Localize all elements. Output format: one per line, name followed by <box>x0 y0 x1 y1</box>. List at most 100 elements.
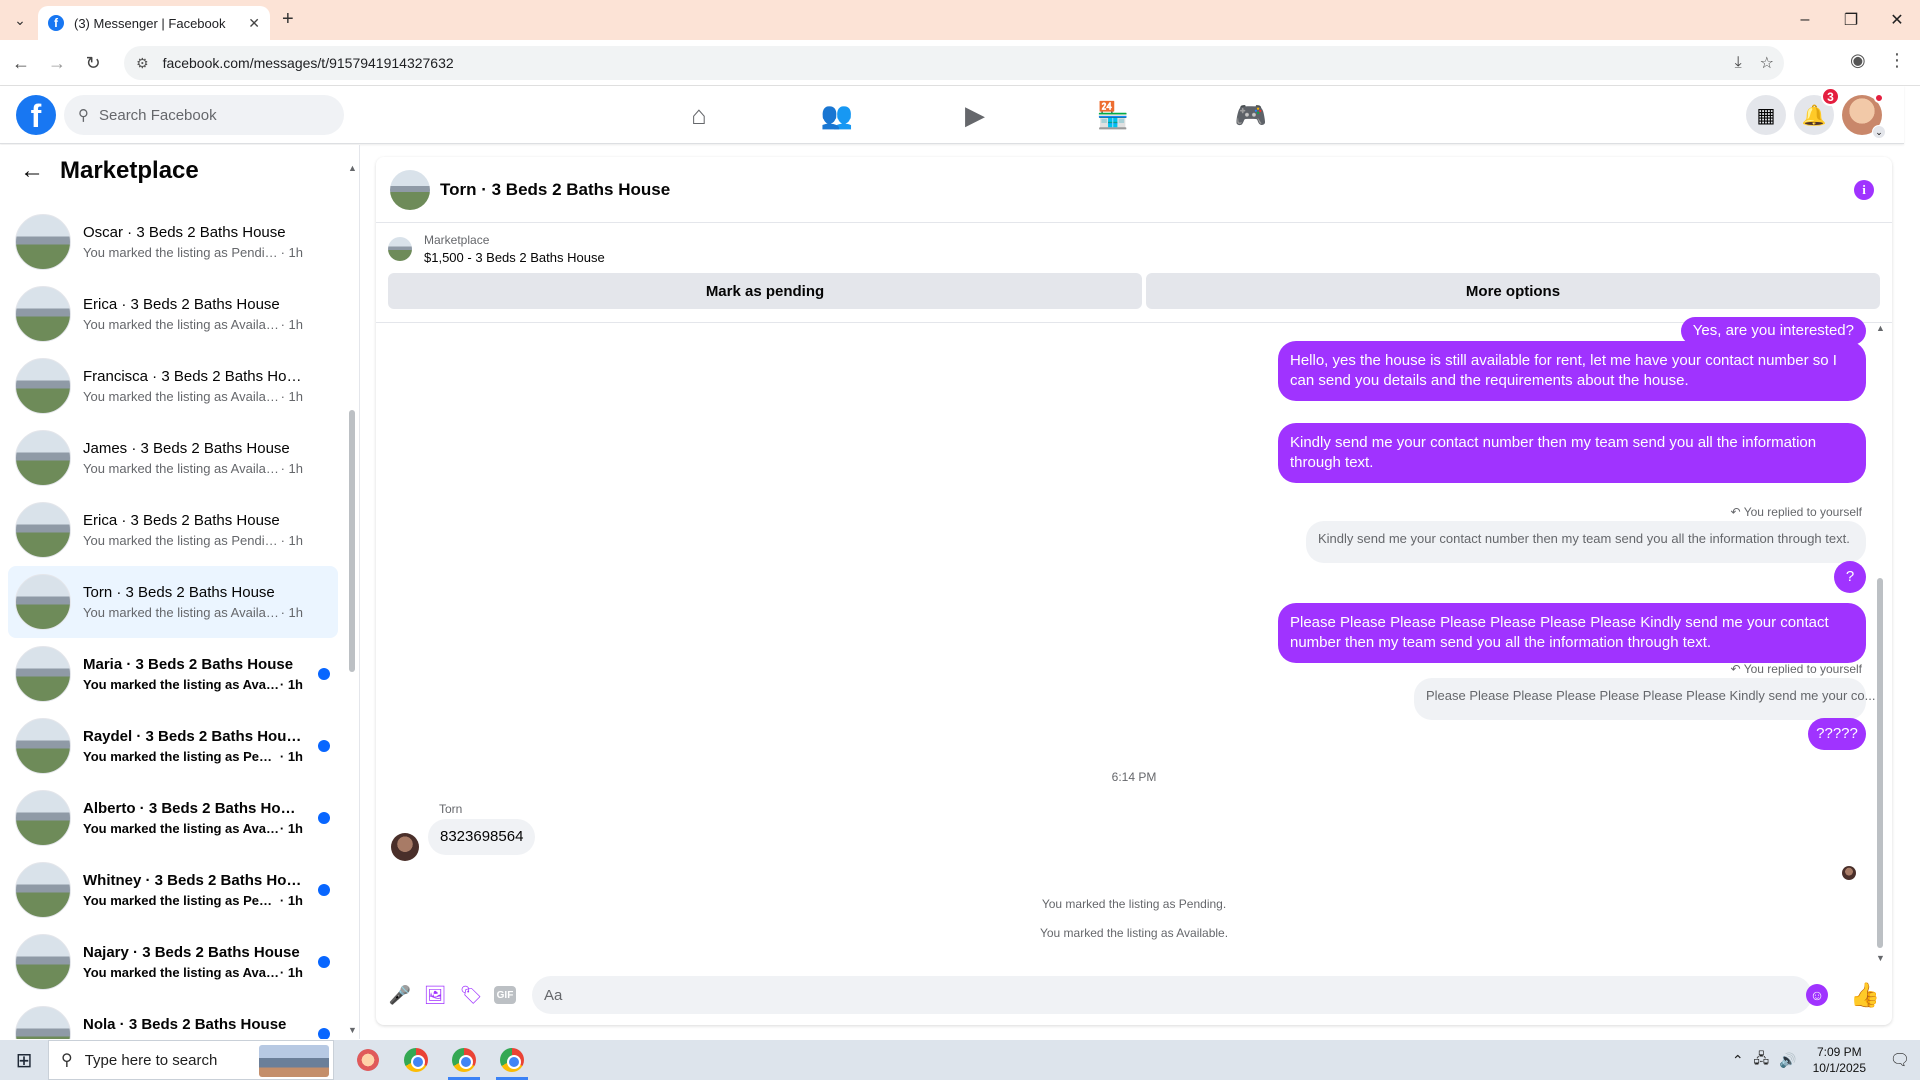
minimize-button[interactable]: – <box>1782 0 1828 40</box>
menu-grid-button[interactable]: ▦ <box>1746 95 1786 135</box>
facebook-top-nav: f ⚲ Search Facebook ⌂ 👥 ▶ 🏪 🎮 ▦ 🔔 3 ⌄ <box>0 86 1904 144</box>
unread-dot <box>318 956 330 968</box>
chat-scrollbar[interactable]: ▲ ▼ <box>1876 323 1885 963</box>
close-window-button[interactable]: ✕ <box>1874 0 1920 40</box>
conversation-text: Nola · 3 Beds 2 Baths House You marked th… <box>83 1016 303 1039</box>
system-tray: ⌃ 🖧 🔊 7:09 PM 10/1/2025 🗨 <box>1732 1040 1920 1080</box>
info-icon[interactable]: i <box>1854 180 1874 200</box>
scroll-up-icon[interactable]: ▲ <box>348 163 357 173</box>
chrome-icon <box>500 1048 524 1072</box>
conversation-item[interactable]: Erica · 3 Beds 2 Baths House You marked t… <box>8 278 338 350</box>
photo-icon[interactable]: 🖼 <box>421 981 449 1009</box>
conversation-item[interactable]: Oscar · 3 Beds 2 Baths House You marked t… <box>8 206 338 278</box>
replied-text: You replied to yourself <box>1743 505 1862 519</box>
browser-menu-icon[interactable]: ⋮ <box>1888 50 1906 71</box>
gaming-icon[interactable]: 🎮 <box>1182 86 1320 144</box>
chevron-up-icon[interactable]: ⌃ <box>1732 1052 1744 1069</box>
message-bubble[interactable]: Please Please Please Please Please Pleas… <box>1278 603 1866 663</box>
network-icon[interactable]: 🖧 <box>1754 1048 1770 1072</box>
back-arrow-icon[interactable]: ← <box>20 157 44 185</box>
clock-time: 7:09 PM <box>1816 1045 1862 1059</box>
taskbar-clock[interactable]: 7:09 PM 10/1/2025 <box>1813 1044 1866 1076</box>
chat-header: Torn · 3 Beds 2 Baths House i <box>376 157 1892 223</box>
thumbs-up-icon[interactable]: 👍 <box>1850 981 1880 1010</box>
conversation-item[interactable]: Whitney · 3 Beds 2 Baths House You marked… <box>8 854 338 926</box>
facebook-search-input[interactable]: ⚲ Search Facebook <box>64 95 344 135</box>
more-options-button[interactable]: More options <box>1146 273 1880 309</box>
listing-thumbnail[interactable] <box>388 237 412 261</box>
preview-time: · 1h <box>280 389 303 404</box>
notification-center-icon[interactable]: 🗨 <box>1880 1040 1920 1080</box>
sender-avatar[interactable] <box>391 833 419 861</box>
facebook-logo[interactable]: f <box>16 95 56 135</box>
notifications-button[interactable]: 🔔 3 <box>1794 87 1840 135</box>
conversation-item[interactable]: Francisca · 3 Beds 2 Baths House You mark… <box>8 350 338 422</box>
reply-quote[interactable]: Kindly send me your contact number then … <box>1306 521 1866 563</box>
site-info-icon[interactable]: ⚙ <box>136 55 149 72</box>
clock-date: 10/1/2025 <box>1812 1061 1866 1075</box>
chat-title[interactable]: Torn · 3 Beds 2 Baths House <box>440 180 670 200</box>
taskbar-app-widget[interactable] <box>344 1040 392 1080</box>
bookmark-star-icon[interactable]: ☆ <box>1760 53 1774 73</box>
taskbar-chrome-1[interactable] <box>392 1040 440 1080</box>
sticker-icon[interactable]: 🏷 <box>457 981 485 1009</box>
conversation-item[interactable]: Raydel · 3 Beds 2 Baths House You marked … <box>8 710 338 782</box>
url-text[interactable]: facebook.com/messages/t/9157941914327632 <box>163 55 454 71</box>
taskbar-chrome-2[interactable] <box>440 1040 488 1080</box>
profile-icon[interactable]: ◉ <box>1850 50 1866 71</box>
conversation-item[interactable]: Alberto · 3 Beds 2 Baths House You marked… <box>8 782 338 854</box>
emoji-icon[interactable]: ☺ <box>1806 984 1828 1006</box>
restore-button[interactable]: ❐ <box>1828 0 1874 40</box>
browser-tab-messenger[interactable]: f (3) Messenger | Facebook ✕ <box>38 6 270 40</box>
volume-icon[interactable]: 🔊 <box>1779 1052 1796 1069</box>
message-bubble[interactable]: Kindly send me your contact number then … <box>1278 423 1866 483</box>
scroll-down-icon[interactable]: ▼ <box>1876 953 1885 963</box>
url-omnibox[interactable]: ⚙ facebook.com/messages/t/91579419143276… <box>124 46 1784 80</box>
conversation-item[interactable]: Erica · 3 Beds 2 Baths House You marked t… <box>8 494 338 566</box>
forward-arrow-icon[interactable]: → <box>44 50 70 76</box>
conversation-preview: You marked the listing as Pendi...· 1h <box>83 1037 303 1039</box>
microphone-icon[interactable]: 🎤 <box>386 981 414 1009</box>
taskbar-chrome-3[interactable] <box>488 1040 536 1080</box>
conversation-item[interactable]: James · 3 Beds 2 Baths House You marked t… <box>8 422 338 494</box>
tab-search-chevron-icon[interactable]: ⌄ <box>8 8 32 32</box>
message-input[interactable]: Aa <box>532 976 1812 1014</box>
home-icon[interactable]: ⌂ <box>630 86 768 144</box>
incoming-message-bubble[interactable]: 8323698564 <box>428 819 536 855</box>
conversation-item[interactable]: Maria · 3 Beds 2 Baths House You marked t… <box>8 638 338 710</box>
listing-price[interactable]: $1,500 - 3 Beds 2 Baths House <box>424 250 605 265</box>
scrollbar-thumb[interactable] <box>1877 578 1883 948</box>
gif-icon[interactable]: GIF <box>494 986 516 1004</box>
account-avatar[interactable]: ⌄ <box>1842 93 1886 139</box>
conversation-name: Oscar · 3 Beds 2 Baths House <box>83 224 286 241</box>
install-app-icon[interactable]: ⤓ <box>1735 54 1742 72</box>
friends-icon[interactable]: 👥 <box>768 86 906 144</box>
sidebar-scrollbar[interactable]: ▲ ▼ <box>348 163 357 1035</box>
message-bubble[interactable]: ????? <box>1808 718 1866 750</box>
conversation-item[interactable]: Nola · 3 Beds 2 Baths House You marked th… <box>8 998 338 1039</box>
new-tab-button[interactable]: + <box>282 8 294 31</box>
windows-start-icon[interactable]: ⊞ <box>0 1040 48 1080</box>
taskbar-search[interactable]: ⚲ Type here to search <box>48 1040 334 1080</box>
reload-icon[interactable]: ↻ <box>80 50 106 76</box>
video-icon[interactable]: ▶ <box>906 86 1044 144</box>
message-bubble[interactable]: Hello, yes the house is still available … <box>1278 341 1866 401</box>
account-controls: ▦ 🔔 3 ⌄ <box>1746 87 1886 139</box>
listing-avatar <box>15 1006 71 1039</box>
conversation-name: Erica · 3 Beds 2 Baths House <box>83 512 280 529</box>
message-bubble[interactable]: ? <box>1834 561 1866 593</box>
mark-as-pending-button[interactable]: Mark as pending <box>388 273 1142 309</box>
scroll-up-icon[interactable]: ▲ <box>1876 323 1885 333</box>
conversation-preview: You marked the listing as Available. · 1h <box>83 317 303 332</box>
scrollbar-thumb[interactable] <box>349 410 355 672</box>
scroll-down-icon[interactable]: ▼ <box>348 1025 357 1035</box>
reply-quote[interactable]: Please Please Please Please Please Pleas… <box>1414 678 1875 720</box>
conversation-item[interactable]: Najary · 3 Beds 2 Baths House You marked … <box>8 926 338 998</box>
conversation-text: Oscar · 3 Beds 2 Baths House You marked t… <box>83 224 303 260</box>
listing-avatar[interactable] <box>390 169 430 210</box>
back-arrow-icon[interactable]: ← <box>8 50 34 76</box>
tab-close-icon[interactable]: ✕ <box>248 15 260 32</box>
marketplace-icon[interactable]: 🏪 <box>1044 86 1182 144</box>
preview-text: You marked the listing as Available. <box>83 461 281 476</box>
conversation-item[interactable]: Torn · 3 Beds 2 Baths House You marked th… <box>8 566 338 638</box>
